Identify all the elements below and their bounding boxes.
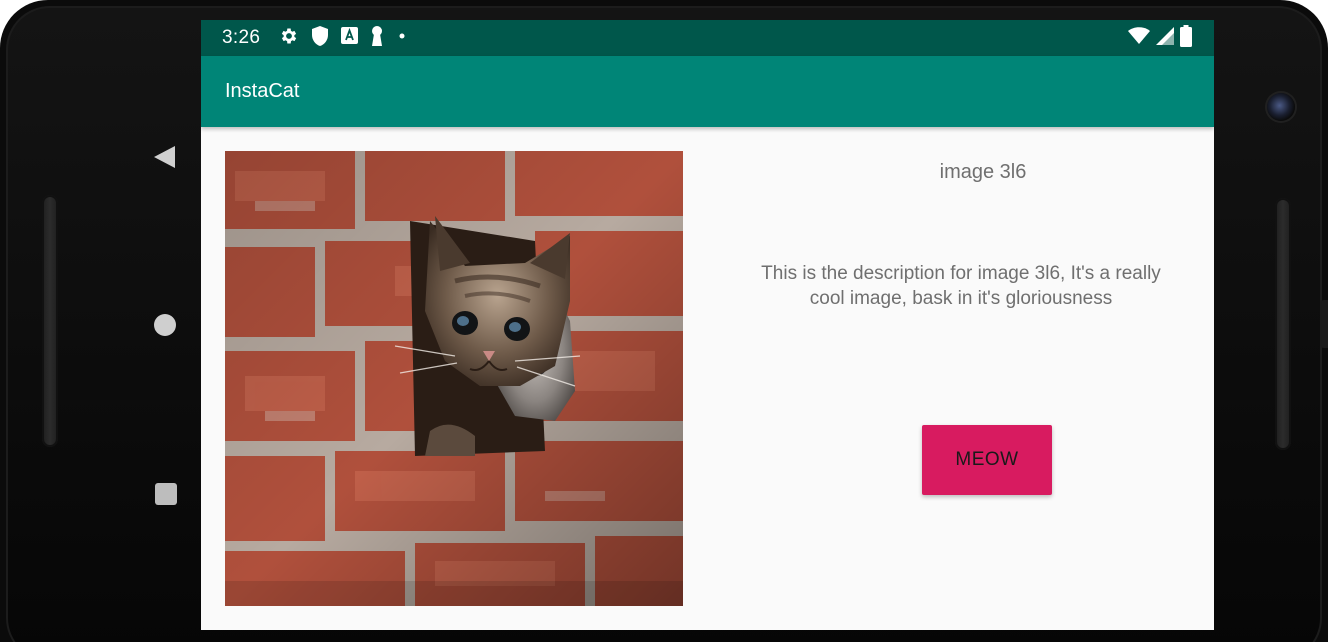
home-icon[interactable] bbox=[154, 314, 176, 336]
shield-icon bbox=[311, 25, 329, 51]
speaker-grille-right bbox=[1275, 198, 1291, 450]
back-icon[interactable] bbox=[153, 145, 177, 169]
front-camera bbox=[1267, 93, 1295, 121]
status-system-icons bbox=[1128, 24, 1192, 52]
battery-icon bbox=[1180, 24, 1192, 52]
keyhole-icon bbox=[370, 25, 384, 51]
app-screen: 3:26 InstaCat image 3l6 This is the desc… bbox=[201, 20, 1214, 630]
power-button bbox=[1320, 300, 1328, 348]
meow-button[interactable]: MEOW bbox=[922, 425, 1052, 495]
signal-icon bbox=[1156, 26, 1174, 50]
image-title: image 3l6 bbox=[939, 161, 1027, 183]
recents-icon[interactable] bbox=[155, 483, 177, 505]
font-icon bbox=[341, 27, 358, 49]
dot-icon bbox=[396, 26, 408, 51]
settings-icon bbox=[279, 26, 299, 51]
status-notification-icons bbox=[279, 25, 408, 51]
device-frame: 3:26 InstaCat image 3l6 This is the desc… bbox=[0, 0, 1328, 642]
image-description: This is the description for image 3l6, I… bbox=[761, 263, 1161, 309]
cat-image bbox=[225, 151, 683, 606]
detail-content: image 3l6 This is the description for im… bbox=[201, 127, 1214, 630]
status-time: 3:26 bbox=[222, 27, 261, 48]
app-title: InstaCat bbox=[225, 80, 300, 102]
status-bar: 3:26 bbox=[201, 20, 1214, 56]
wifi-icon bbox=[1128, 26, 1150, 50]
app-bar: InstaCat bbox=[201, 56, 1214, 127]
speaker-grille-left bbox=[42, 195, 58, 447]
